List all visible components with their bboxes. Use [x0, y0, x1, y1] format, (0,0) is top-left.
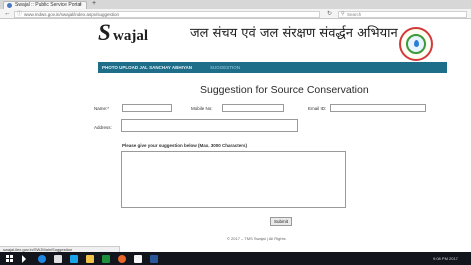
- word-icon[interactable]: [150, 255, 158, 263]
- main-content: Suggestion for Source Conservation Name:…: [0, 73, 471, 250]
- reload-icon[interactable]: ↻: [327, 9, 332, 19]
- nav-item-photo-upload[interactable]: PHOTO UPLOAD JAL SANCHAY ABHIYAN: [102, 62, 192, 73]
- play-icon[interactable]: [22, 255, 26, 263]
- tab-title: Swajal :: Public Service Portal: [15, 2, 82, 8]
- logo-letter: S: [98, 20, 111, 45]
- edge-browser-icon[interactable]: [38, 255, 46, 263]
- suggestion-textarea[interactable]: [121, 151, 346, 208]
- emblem-inner: [406, 34, 426, 54]
- new-tab-button[interactable]: +: [92, 0, 96, 8]
- email-input[interactable]: [330, 104, 426, 112]
- nav-item-suggestion[interactable]: SUGGESTION: [210, 62, 240, 73]
- name-label: Name:*: [94, 106, 110, 111]
- taskbar: 9:08 PM 2017: [0, 252, 471, 265]
- tab-close-icon[interactable]: ×: [79, 2, 82, 9]
- browser-tab-bar: Swajal :: Public Service Portal × +: [0, 0, 471, 9]
- task-view-icon[interactable]: [54, 255, 62, 263]
- address-textarea[interactable]: [121, 119, 298, 132]
- store-icon[interactable]: [70, 255, 78, 263]
- file-explorer-icon[interactable]: [86, 255, 94, 263]
- mobile-input[interactable]: [222, 104, 284, 112]
- name-input[interactable]: [122, 104, 172, 112]
- email-label: Email ID:: [308, 106, 327, 111]
- browser-nav-bar: ← ⓘ www.mdws.gov.in/swajal/index.aspx/su…: [0, 9, 471, 19]
- mobile-label: Mobile No:: [191, 106, 213, 111]
- search-icon: ⚲: [341, 11, 345, 17]
- tray-clock[interactable]: 9:08 PM 2017: [433, 254, 458, 263]
- site-nav: PHOTO UPLOAD JAL SANCHAY ABHIYAN SUGGEST…: [98, 62, 447, 73]
- suggestion-label: Please give your suggestion below (Max. …: [122, 143, 248, 148]
- excel-icon[interactable]: [102, 255, 110, 263]
- windows-start-icon[interactable]: [6, 255, 14, 263]
- paint-icon[interactable]: [134, 255, 142, 263]
- address-bar[interactable]: ⓘ www.mdws.gov.in/swajal/index.aspx/sugg…: [14, 11, 320, 18]
- back-arrow-icon[interactable]: ←: [4, 9, 11, 19]
- footer-text: © 2017 – TMS Swajal | All Rights: [227, 236, 286, 241]
- submit-button[interactable]: Submit: [270, 217, 292, 226]
- favicon-icon: [7, 3, 12, 8]
- emblem-logo: [399, 27, 433, 61]
- search-placeholder[interactable]: Search: [347, 12, 361, 17]
- search-bar[interactable]: ⚲ Search: [338, 11, 467, 18]
- hindi-title: जल संचय एवं जल संरक्षण संवर्द्धन अभियान: [190, 26, 398, 41]
- page-title: Suggestion for Source Conservation: [200, 84, 369, 96]
- url-text[interactable]: www.mdws.gov.in/swajal/index.aspx/sugges…: [24, 12, 119, 17]
- info-icon[interactable]: ⓘ: [17, 12, 22, 17]
- address-label: Address:: [94, 125, 112, 130]
- logo-text: wajal: [113, 28, 148, 44]
- firefox-icon[interactable]: [118, 255, 126, 263]
- water-drop-icon: [414, 40, 419, 47]
- browser-tab[interactable]: Swajal :: Public Service Portal ×: [3, 1, 87, 9]
